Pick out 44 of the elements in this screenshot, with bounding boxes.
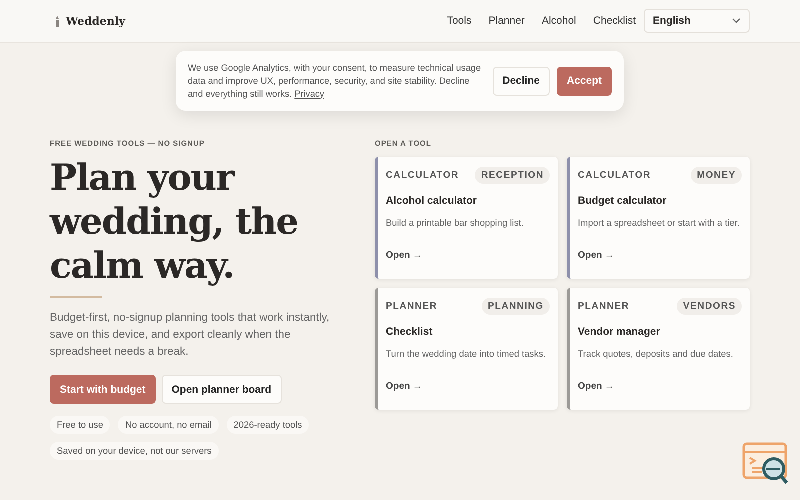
feature-chip: 2026-ready tools [226, 416, 310, 434]
card-type: PLANNER [578, 301, 630, 312]
feature-chip: Saved on your device, not our servers [50, 442, 219, 460]
card-description: Build a printable bar shopping list. [386, 217, 525, 230]
tool-card[interactable]: PLANNER PLANNING Checklist Turn the wedding date into timed tasks. Open → [375, 288, 558, 410]
privacy-link[interactable]: Privacy [294, 88, 324, 98]
card-description: Import a spreadsheet or start with a tier. [578, 217, 741, 230]
tool-card[interactable]: PLANNER VENDORS Vendor manager Track quotes, deposits and due dates. Open → [567, 288, 750, 410]
card-title: Budget calculator [578, 195, 668, 207]
hero-button[interactable]: Open planner board [162, 375, 282, 404]
nav-link[interactable]: Alcohol [542, 15, 576, 27]
card-tag: MONEY [691, 167, 742, 184]
nav-link[interactable]: Planner [488, 15, 525, 27]
open-link[interactable]: Open → [386, 250, 550, 261]
card-type: CALCULATOR [386, 170, 460, 181]
chevron-down-icon [732, 18, 741, 24]
nav-link[interactable]: Tools [447, 15, 472, 27]
open-link[interactable]: Open → [578, 381, 742, 392]
cookie-button[interactable]: Decline [492, 66, 550, 96]
card-tag: RECEPTION [475, 167, 550, 184]
cookie-text: We use Google Analytics, with your consent, to measure technical usage data and improve UX, performance, security, and site stability. Decline and everything still works. Privacy [188, 62, 482, 100]
open-link[interactable]: Open → [386, 381, 550, 392]
card-title: Checklist [386, 326, 434, 338]
candle-logo-icon [54, 16, 61, 26]
card-tag: PLANNING [482, 298, 550, 315]
card-title: Vendor manager [578, 326, 662, 338]
brand-name[interactable]: Weddenly [66, 14, 126, 28]
nav-link[interactable]: Checklist [593, 15, 636, 27]
hero-button[interactable]: Start with budget [50, 375, 156, 404]
hero-heading: Plan your wedding, the calm way. [50, 156, 300, 288]
feature-chip: No account, no email [118, 416, 219, 434]
feature-chip: Free to use [50, 416, 110, 434]
card-title: Alcohol calculator [386, 195, 478, 207]
tool-card[interactable]: CALCULATOR RECEPTION Alcohol calculator Build a printable bar shopping list. Open → [375, 157, 558, 279]
hero-text: Budget-first, no-signup planning tools that work instantly, save on this device, and export cleanly when the spreadsheet needs a break. [50, 311, 331, 360]
card-description: Track quotes, deposits and due dates. [578, 348, 734, 361]
card-description: Turn the wedding date into timed tasks. [386, 348, 548, 361]
card-type: CALCULATOR [578, 170, 652, 181]
tool-card[interactable]: CALCULATOR MONEY Budget calculator Import a spreadsheet or start with a tier. Open → [567, 157, 750, 279]
card-tag: VENDORS [677, 298, 742, 315]
card-type: PLANNER [386, 301, 438, 312]
open-link[interactable]: Open → [578, 250, 742, 261]
cookie-button[interactable]: Accept [556, 66, 612, 96]
language-select[interactable]: English [644, 9, 750, 33]
